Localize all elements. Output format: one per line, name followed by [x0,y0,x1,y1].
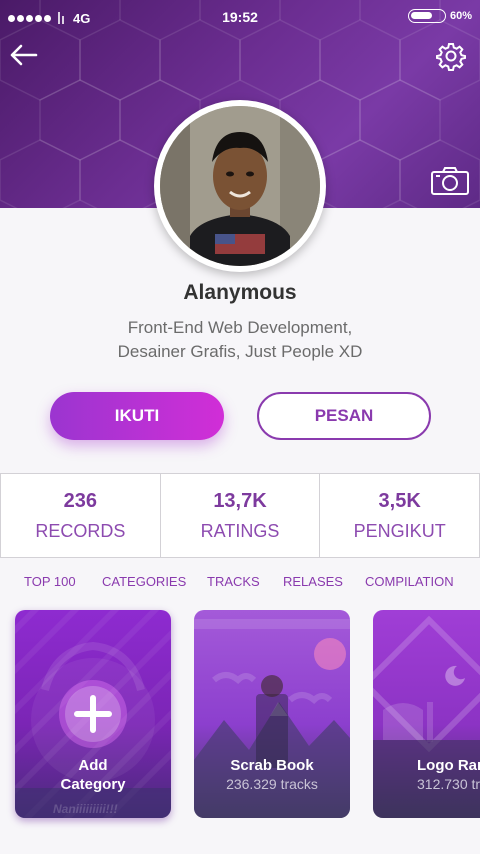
stat-records[interactable]: 236 RECORDS [0,473,161,558]
stat-followers[interactable]: 3,5K PENGIKUT [320,473,480,558]
logo-ramadan-card[interactable]: Logo Ram 312.730 tra [373,610,480,818]
tab-categories[interactable]: CATEGORIES [102,574,186,589]
stat-value: 3,5K [378,489,421,512]
settings-gear-icon[interactable] [436,41,466,71]
card-watermark: Naniiiiiiiii!!! [53,802,118,816]
card-title-line-2: Category [60,776,126,793]
tab-tracks[interactable]: TRACKS [207,574,260,589]
stat-label: RECORDS [35,520,126,541]
profile-bio: Front-End Web Development, Desainer Graf… [60,316,420,364]
status-bar: 4G 19:52 60% [0,0,480,34]
avatar-photo [160,106,320,266]
profile-name: Alanymous [183,281,297,304]
tab-top-100[interactable]: TOP 100 [24,574,76,589]
stats-row: 236 RECORDS 13,7K RATINGS 3,5K PENGIKUT [0,473,480,558]
category-tabs: TOP 100 CATEGORIES TRACKS RELASES COMPIL… [0,574,480,594]
stat-ratings[interactable]: 13,7K RATINGS [160,473,321,558]
tab-relases[interactable]: RELASES [283,574,343,589]
card-subtitle: 236.329 tracks [226,776,318,792]
stat-label: RATINGS [200,520,280,541]
stat-value: 236 [63,489,98,512]
card-title: Scrab Book [230,757,314,774]
card-title-line-1: Add [78,757,108,774]
bio-line-1: Front-End Web Development, [127,318,353,337]
scrab-book-card[interactable]: Scrab Book 236.329 tracks [194,610,350,818]
tab-compilation[interactable]: COMPILATION [365,574,454,589]
follow-button[interactable]: IKUTI [50,392,224,440]
card-subtitle: 312.730 tra [417,776,480,792]
message-button[interactable]: PESAN [257,392,431,440]
camera-icon[interactable] [430,166,470,196]
card-title: Logo Ram [417,757,480,774]
battery-icon [407,9,446,23]
back-arrow-icon[interactable] [8,40,40,70]
avatar[interactable] [154,100,326,272]
stat-label: PENGIKUT [353,520,446,541]
stat-value: 13,7K [213,489,267,512]
battery-percent: 60% [449,10,472,22]
plus-icon[interactable] [57,678,129,750]
battery-area: 60% [407,9,472,23]
bio-line-2: Desainer Grafis, Just People XD [117,342,363,361]
add-category-card[interactable]: Add Category Naniiiiiiiii!!! [15,610,171,818]
